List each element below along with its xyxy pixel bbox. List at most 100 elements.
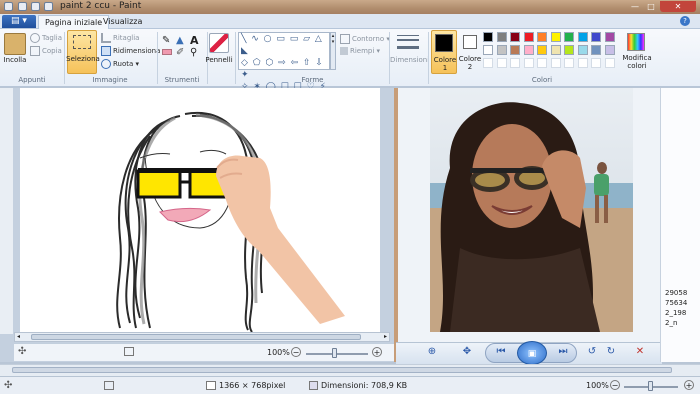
tab-view[interactable]: Visualizza (97, 15, 148, 29)
palette-swatch[interactable] (564, 45, 574, 55)
custom-color-slot[interactable] (564, 58, 574, 68)
palette-swatch[interactable] (510, 45, 520, 55)
zoom-out-icon[interactable]: − (610, 380, 620, 390)
custom-color-slot[interactable] (510, 58, 520, 68)
scroll-right-icon[interactable]: ▸ (384, 333, 387, 340)
scroll-thumb[interactable] (31, 334, 361, 340)
cut-label: Taglia (42, 34, 63, 42)
ribbon: Incolla Taglia Copia Appunti Seleziona R… (0, 29, 700, 92)
palette-swatch[interactable] (523, 45, 534, 55)
pencil-icon[interactable]: ✎ (162, 35, 170, 46)
file-menu-button[interactable]: ▤ ▾ (2, 15, 36, 28)
edit-colors-button[interactable]: Modifica colori (620, 54, 654, 70)
zoom-in-icon[interactable]: + (372, 347, 382, 357)
paint-app-icon[interactable] (4, 2, 13, 11)
outline-dropdown[interactable]: Contorno ▾ (340, 34, 390, 44)
next-icon[interactable]: ⏭ (556, 345, 570, 359)
color-picker-icon[interactable]: ✐ (176, 47, 184, 58)
palette-swatch[interactable] (510, 32, 520, 42)
brushes-button[interactable]: Pennelli (202, 56, 236, 64)
rotate-ccw-icon[interactable]: ↺ (585, 345, 599, 359)
custom-color-slot[interactable] (577, 58, 588, 68)
palette-swatch[interactable] (550, 32, 561, 42)
eraser-icon[interactable] (162, 49, 172, 55)
window-horizontal-scrollbar[interactable] (0, 364, 700, 376)
undo-icon[interactable] (31, 2, 40, 11)
drawing-canvas[interactable] (20, 88, 380, 334)
minimize-icon[interactable]: — (628, 1, 642, 12)
custom-color-slot[interactable] (523, 58, 534, 68)
scroll-left-icon[interactable]: ◂ (17, 333, 20, 340)
color1-button[interactable]: Colore 1 (431, 30, 457, 74)
size-button[interactable]: Dimensioni (390, 56, 429, 64)
custom-color-slot[interactable] (604, 58, 615, 68)
fill-dropdown[interactable]: Riempi ▾ (340, 47, 380, 55)
maximize-icon[interactable]: □ (644, 1, 658, 12)
redo-icon[interactable] (44, 2, 53, 11)
palette-swatch[interactable] (591, 45, 601, 55)
palette-swatch[interactable] (496, 32, 507, 42)
palette-swatch[interactable] (604, 45, 615, 55)
cursor-position-icon: ✣ (4, 380, 13, 391)
image-group-label: Immagine (92, 76, 128, 84)
palette-swatch[interactable] (483, 45, 493, 55)
left-scroll-strip[interactable] (0, 88, 13, 334)
rotate-button[interactable]: Ruota ▾ (101, 59, 139, 69)
palette-swatch[interactable] (483, 32, 493, 42)
palette-swatch[interactable] (577, 45, 588, 55)
palette-swatch[interactable] (591, 32, 601, 42)
shapes-gallery[interactable]: ╲ ∿ ○ ▭ ▭ ▱ △ ◣ ◇ ⬠ ⬡ ⇨ ⇦ ⇧ ⇩ ✦ ✧ ✶ ◯ ☐ … (238, 32, 330, 92)
help-icon[interactable]: ? (680, 16, 690, 26)
custom-color-slot[interactable] (483, 58, 493, 68)
clipboard-icon[interactable] (4, 33, 26, 55)
shapes-scroll[interactable]: ▴ ▾ (330, 32, 336, 70)
brush-icon[interactable] (209, 33, 229, 53)
palette-swatch[interactable] (523, 32, 534, 42)
color-palette (483, 32, 623, 72)
text-icon[interactable]: A (190, 34, 199, 47)
delete-icon[interactable]: ✕ (633, 345, 647, 359)
fill-icon[interactable]: ▲ (176, 35, 184, 46)
palette-swatch[interactable] (604, 32, 615, 42)
canvas-horizontal-scrollbar[interactable]: ◂ ▸ (14, 332, 390, 342)
custom-color-slot[interactable] (496, 58, 507, 68)
custom-color-slot[interactable] (537, 58, 547, 68)
rotate-cw-icon[interactable]: ↻ (604, 345, 618, 359)
viewer-zoom-icon[interactable]: ⊕ (425, 345, 439, 359)
zoom-slider-thumb[interactable] (648, 381, 653, 391)
crop-button[interactable]: Ritaglia (101, 33, 139, 43)
palette-swatch[interactable] (537, 45, 547, 55)
select-button[interactable]: Seleziona (66, 30, 100, 74)
cut-button[interactable]: Taglia (30, 33, 62, 43)
slideshow-icon[interactable]: ▣ (517, 341, 547, 365)
background-text: 29058 75634 2_198 2_n (665, 288, 687, 328)
rotate-icon (101, 59, 111, 69)
palette-swatch[interactable] (577, 32, 588, 42)
inner-zoom-slider[interactable] (306, 353, 368, 355)
previous-icon[interactable]: ⏮ (494, 345, 508, 359)
save-icon[interactable] (18, 2, 27, 11)
actual-size-icon[interactable]: ✥ (460, 345, 474, 359)
drawing (116, 112, 345, 333)
selection-icon (73, 35, 91, 49)
close-icon[interactable]: ✕ (660, 1, 696, 12)
resize-button[interactable]: Ridimensiona (101, 46, 160, 56)
inner-status-bar: ✣ 100% − + (14, 343, 394, 361)
zoom-in-icon[interactable]: + (684, 380, 694, 390)
copy-button[interactable]: Copia (30, 46, 62, 56)
zoom-out-icon[interactable]: − (291, 347, 301, 357)
inner-zoom-thumb[interactable] (332, 348, 337, 358)
crop-label: Ritaglia (113, 34, 140, 42)
edit-colors-icon[interactable] (627, 33, 645, 51)
custom-color-slot[interactable] (550, 58, 561, 68)
paste-button[interactable]: Incolla (0, 56, 30, 64)
palette-swatch[interactable] (550, 45, 561, 55)
palette-swatch[interactable] (496, 45, 507, 55)
window-scroll-thumb[interactable] (12, 367, 672, 373)
custom-color-slot[interactable] (591, 58, 601, 68)
color2-button[interactable]: Colore 2 (459, 30, 481, 74)
magnifier-icon[interactable]: ⚲ (190, 47, 197, 58)
palette-swatch[interactable] (564, 32, 574, 42)
photo (430, 88, 633, 332)
palette-swatch[interactable] (537, 32, 547, 42)
